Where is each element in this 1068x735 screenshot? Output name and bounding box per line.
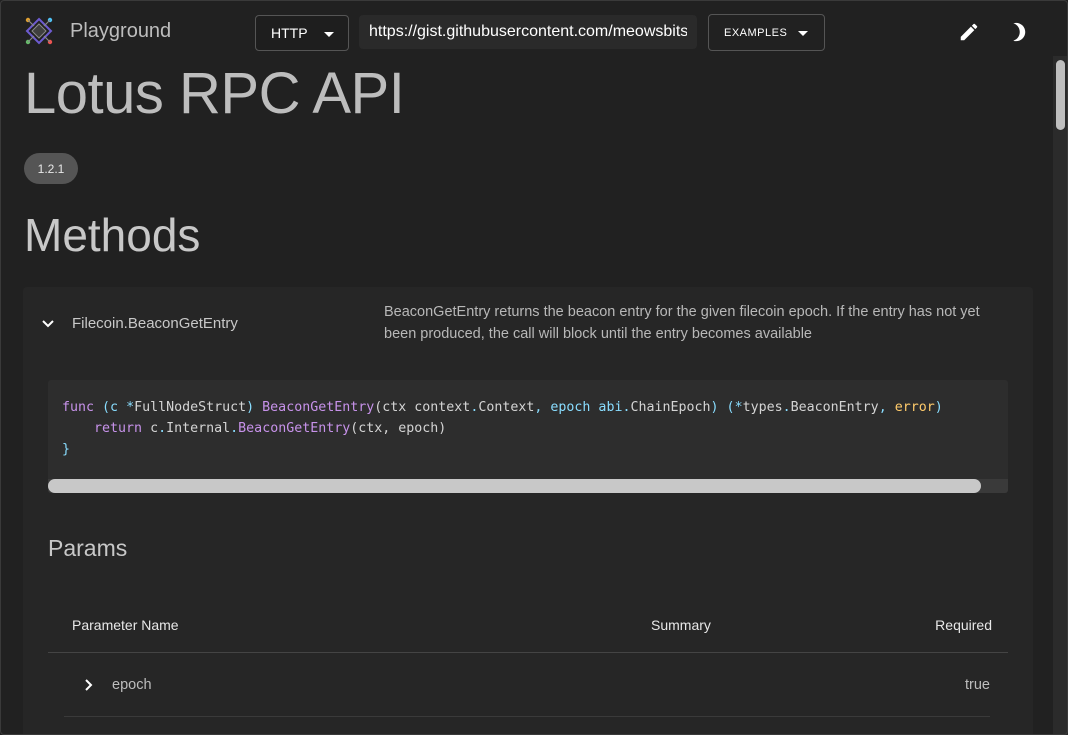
column-header-summary: Summary [651, 617, 711, 633]
page-title: Lotus RPC API [24, 61, 405, 126]
code-block: func (c *FullNodeStruct) BeaconGetEntry(… [48, 380, 1008, 493]
examples-label: EXAMPLES [724, 26, 788, 39]
page-vertical-scrollbar[interactable] [1053, 56, 1068, 735]
playground-logo-icon [25, 17, 53, 45]
chevron-down-icon [324, 32, 334, 37]
url-input[interactable] [359, 15, 697, 49]
moon-icon [1013, 22, 1026, 42]
transport-select[interactable]: HTTP [255, 15, 349, 51]
table-header: Parameter Name Summary Required [48, 603, 1008, 653]
chevron-down-icon [798, 31, 808, 36]
param-required: true [965, 677, 990, 693]
page-scrollbar-thumb[interactable] [1056, 60, 1065, 130]
methods-heading: Methods [24, 209, 201, 261]
method-accordion-header[interactable]: Filecoin.BeaconGetEntry BeaconGetEntry r… [23, 287, 1033, 367]
method-name: Filecoin.BeaconGetEntry [72, 315, 238, 332]
chevron-right-icon[interactable] [82, 678, 96, 692]
edit-button[interactable] [955, 18, 983, 46]
code-horizontal-scrollbar[interactable] [48, 479, 1008, 493]
param-name: epoch [112, 677, 152, 693]
params-table: Parameter Name Summary Required epoch tr… [48, 603, 1008, 717]
params-heading: Params [48, 535, 128, 561]
transport-select-value: HTTP [271, 25, 308, 41]
method-description: BeaconGetEntry returns the beacon entry … [384, 304, 980, 342]
method-panel: Filecoin.BeaconGetEntry BeaconGetEntry r… [23, 287, 1033, 735]
examples-dropdown-button[interactable]: EXAMPLES [708, 14, 825, 51]
app-title: Playground [70, 20, 172, 42]
app-bar: Playground HTTP EXAMPLES [0, 0, 1068, 64]
theme-toggle-button[interactable] [1003, 18, 1031, 46]
chevron-down-icon [42, 320, 54, 328]
column-header-required: Required [935, 617, 992, 633]
code-text: func (c *FullNodeStruct) BeaconGetEntry(… [62, 400, 943, 457]
version-badge: 1.2.1 [24, 153, 78, 184]
table-row[interactable]: epoch true [64, 653, 990, 717]
pencil-icon [960, 23, 978, 41]
column-header-parameter-name: Parameter Name [72, 617, 179, 633]
code-scrollbar-thumb[interactable] [48, 479, 981, 493]
